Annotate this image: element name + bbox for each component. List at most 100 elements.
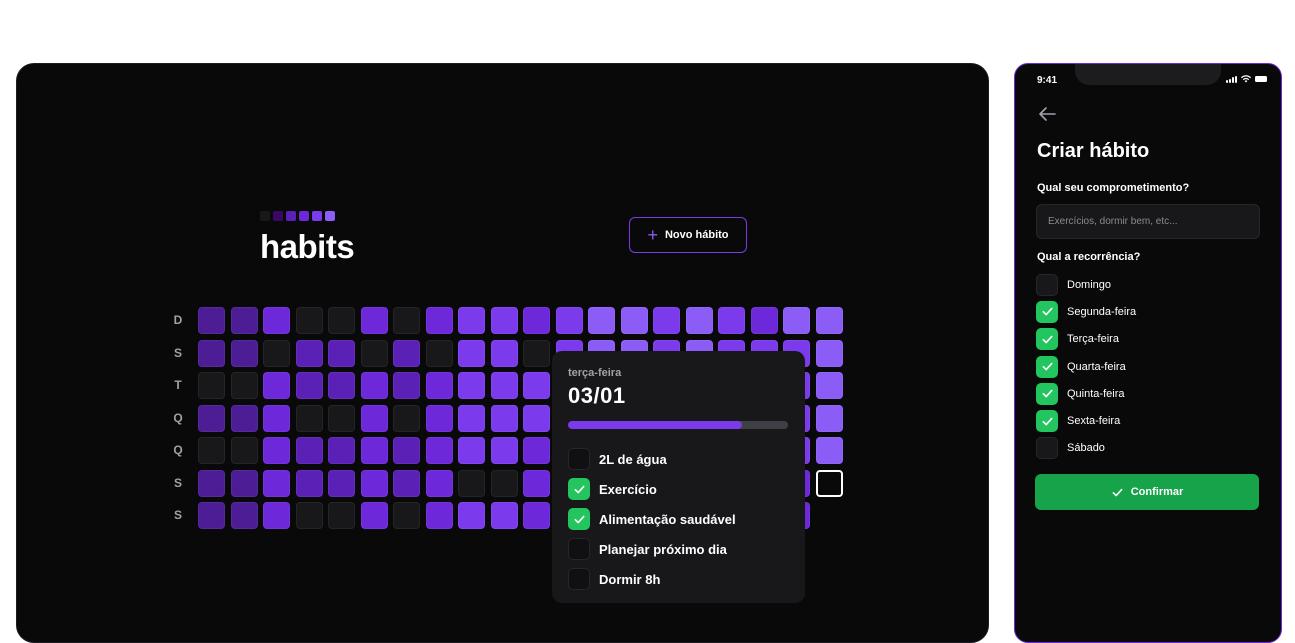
habit-day-cell[interactable] — [198, 372, 225, 399]
habit-day-cell[interactable] — [523, 469, 550, 497]
habit-day-cell[interactable] — [230, 339, 258, 367]
habit-title-input[interactable] — [1036, 204, 1260, 239]
habit-day-cell[interactable] — [490, 469, 518, 497]
checkbox[interactable] — [1036, 410, 1058, 433]
habit-day-cell[interactable] — [263, 404, 290, 432]
habit-checkbox-item[interactable]: Dormir 8h — [568, 564, 789, 594]
habit-day-cell[interactable] — [328, 307, 355, 334]
habit-checkbox-item[interactable]: 2L de água — [568, 444, 789, 474]
checkbox[interactable] — [568, 448, 590, 470]
habit-day-cell[interactable] — [198, 404, 225, 432]
habit-day-cell[interactable] — [718, 307, 745, 334]
habit-day-cell[interactable] — [328, 502, 355, 529]
weekday-checkbox-item[interactable]: Quinta-feira — [1036, 380, 1136, 407]
habit-day-cell[interactable] — [458, 469, 485, 497]
habit-day-cell[interactable] — [230, 307, 258, 334]
habit-day-cell[interactable] — [523, 437, 550, 464]
habit-day-cell[interactable] — [750, 307, 778, 334]
checkbox[interactable] — [568, 538, 590, 560]
habit-checkbox-item[interactable]: Exercício — [568, 474, 789, 504]
confirm-button[interactable]: Confirmar — [1035, 474, 1259, 510]
habit-day-cell[interactable] — [263, 339, 290, 367]
habit-day-cell[interactable] — [523, 339, 550, 367]
habit-day-cell[interactable] — [815, 307, 843, 334]
habit-day-cell[interactable] — [815, 372, 843, 399]
habit-day-cell[interactable] — [815, 437, 843, 464]
habit-day-cell[interactable] — [230, 372, 258, 399]
habit-day-cell[interactable] — [295, 469, 323, 497]
habit-day-cell[interactable] — [555, 307, 583, 334]
habit-day-cell[interactable] — [393, 339, 420, 367]
habit-day-cell[interactable] — [393, 437, 420, 464]
habit-day-cell[interactable] — [263, 437, 290, 464]
habit-day-cell[interactable] — [490, 404, 518, 432]
habit-day-cell[interactable] — [425, 437, 453, 464]
checkbox[interactable] — [1036, 328, 1058, 351]
habit-day-cell[interactable] — [458, 502, 485, 529]
habit-day-cell[interactable] — [360, 404, 388, 432]
habit-day-cell[interactable] — [295, 372, 323, 399]
checkbox[interactable] — [568, 568, 590, 590]
habit-day-cell[interactable] — [263, 372, 290, 399]
back-arrow-icon[interactable] — [1037, 104, 1057, 124]
habit-day-cell[interactable] — [263, 469, 290, 497]
habit-day-cell[interactable] — [490, 502, 518, 529]
habit-checkbox-item[interactable]: Planejar próximo dia — [568, 534, 789, 564]
checkbox[interactable] — [1036, 300, 1058, 323]
habit-checkbox-item[interactable]: Alimentação saudável — [568, 504, 789, 534]
habit-day-cell[interactable] — [360, 469, 388, 497]
weekday-checkbox-item[interactable]: Quarta-feira — [1036, 353, 1136, 380]
habit-day-cell[interactable] — [328, 469, 355, 497]
habit-day-cell[interactable] — [458, 339, 485, 367]
habit-day-cell[interactable] — [523, 502, 550, 529]
habit-day-cell[interactable] — [653, 307, 680, 334]
habit-day-cell[interactable] — [393, 469, 420, 497]
weekday-checkbox-item[interactable]: Segunda-feira — [1036, 298, 1136, 325]
habit-day-cell[interactable] — [685, 307, 713, 334]
habit-day-cell[interactable] — [425, 404, 453, 432]
weekday-checkbox-item[interactable]: Domingo — [1036, 271, 1136, 298]
habit-day-cell[interactable] — [620, 307, 648, 334]
habit-day-cell[interactable] — [295, 437, 323, 464]
checkbox[interactable] — [1036, 437, 1058, 460]
habit-day-cell[interactable] — [490, 307, 518, 334]
checkbox[interactable] — [1036, 273, 1058, 296]
habit-day-cell[interactable] — [360, 502, 388, 529]
habit-day-cell[interactable] — [815, 339, 843, 367]
habit-day-cell[interactable] — [328, 339, 355, 367]
habit-day-cell[interactable] — [230, 469, 258, 497]
habit-day-cell[interactable] — [328, 372, 355, 399]
habit-day-cell[interactable] — [393, 404, 420, 432]
new-habit-button[interactable]: + Novo hábito — [629, 217, 747, 253]
habit-day-cell[interactable] — [295, 307, 323, 334]
habit-day-cell[interactable] — [458, 437, 485, 464]
habit-day-cell[interactable] — [198, 469, 225, 497]
habit-day-cell[interactable] — [815, 404, 843, 432]
habit-day-cell[interactable] — [458, 372, 485, 399]
weekday-checkbox-item[interactable]: Sábado — [1036, 435, 1136, 462]
habit-day-cell[interactable] — [490, 437, 518, 464]
habit-day-cell[interactable] — [490, 339, 518, 367]
habit-day-cell[interactable] — [198, 307, 225, 334]
checkbox[interactable] — [568, 508, 590, 530]
habit-day-cell[interactable] — [295, 502, 323, 529]
checkbox[interactable] — [1036, 355, 1058, 378]
checkbox[interactable] — [1036, 382, 1058, 405]
weekday-checkbox-item[interactable]: Sexta-feira — [1036, 407, 1136, 434]
habit-day-cell[interactable] — [328, 404, 355, 432]
habit-day-cell[interactable] — [425, 502, 453, 529]
habit-day-cell[interactable] — [783, 307, 810, 334]
habit-day-cell[interactable] — [490, 372, 518, 399]
habit-day-cell[interactable] — [198, 339, 225, 367]
habit-day-cell[interactable] — [328, 437, 355, 464]
habit-day-cell[interactable] — [360, 372, 388, 399]
habit-day-cell[interactable] — [425, 307, 453, 334]
habit-day-cell[interactable] — [230, 502, 258, 529]
habit-day-cell[interactable] — [263, 307, 290, 334]
habit-day-cell[interactable] — [425, 372, 453, 399]
habit-day-cell[interactable] — [523, 372, 550, 399]
habit-day-cell[interactable] — [230, 404, 258, 432]
habit-day-cell[interactable] — [425, 469, 453, 497]
habit-day-cell[interactable] — [230, 437, 258, 464]
habit-day-cell[interactable] — [458, 307, 485, 334]
